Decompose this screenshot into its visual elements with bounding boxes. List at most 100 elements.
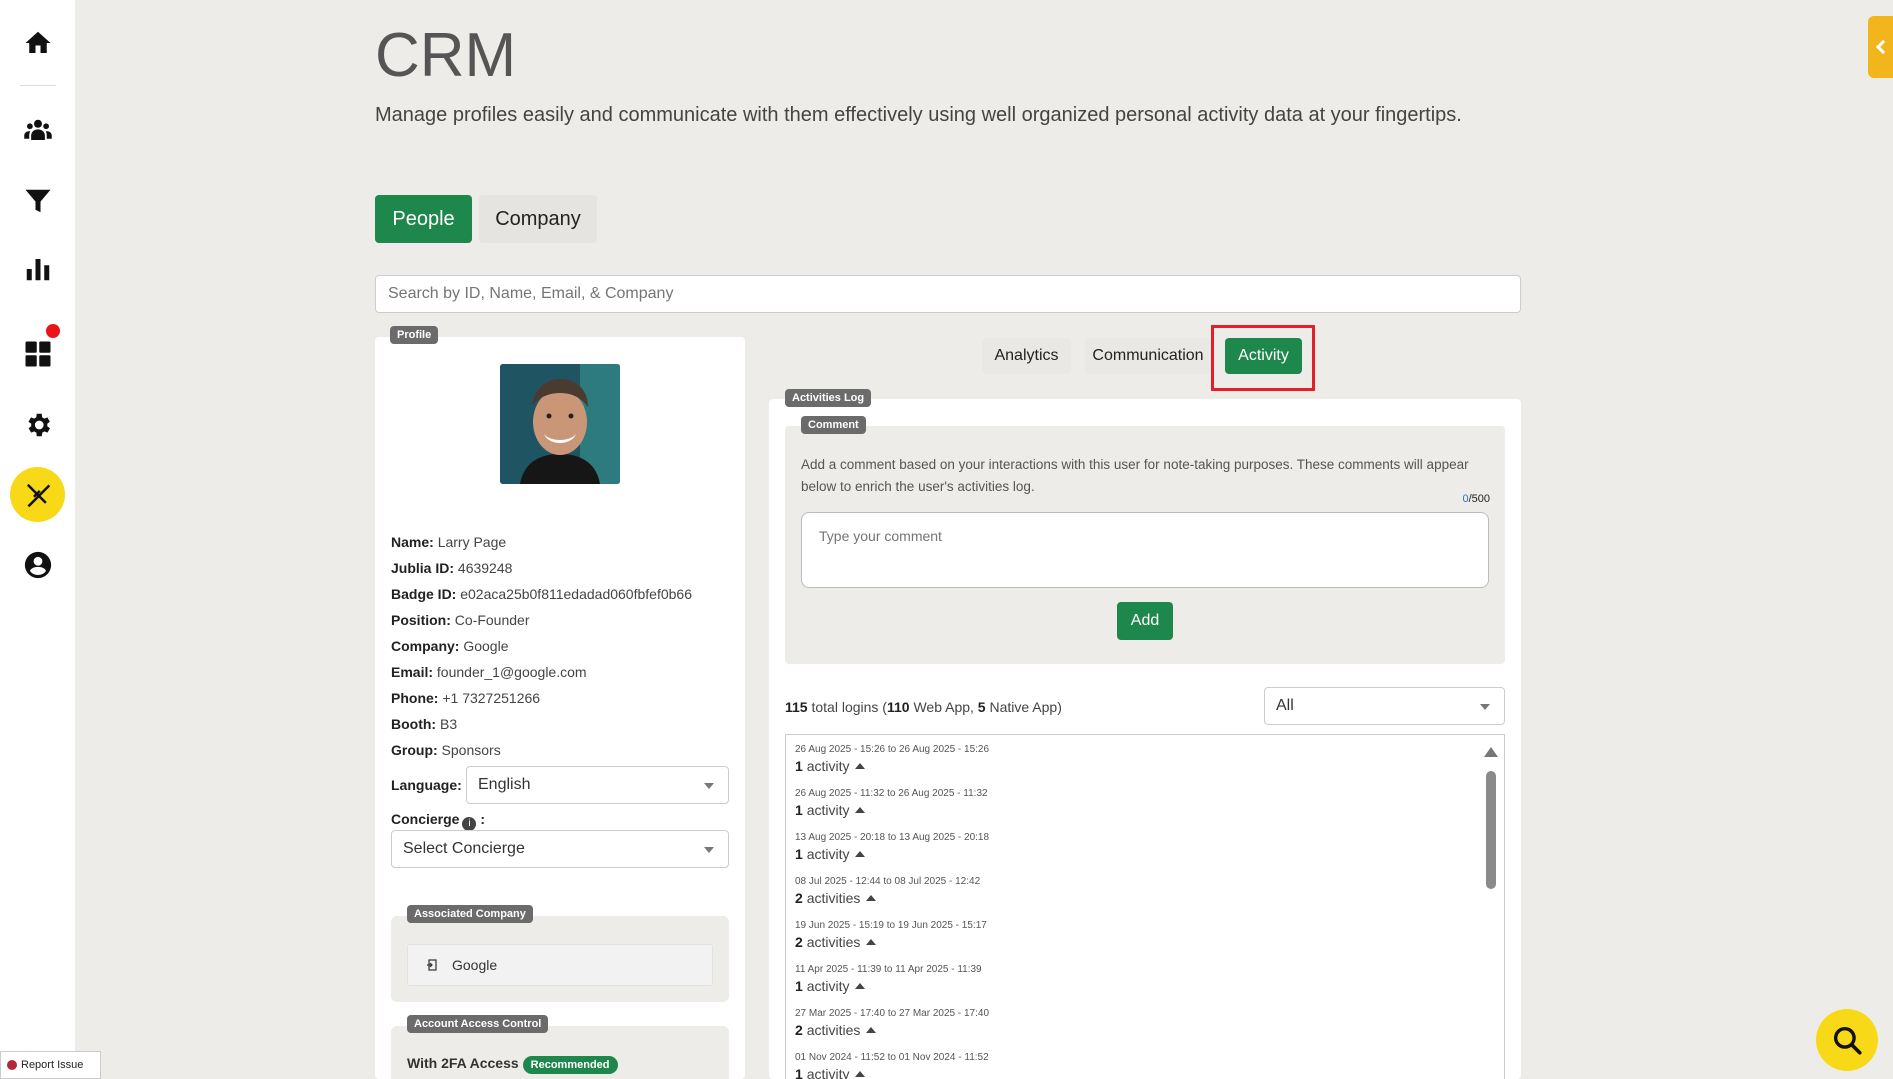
field-value: e02aca25b0f811edadad060fbfef0b66 bbox=[460, 586, 692, 602]
people-icon[interactable] bbox=[0, 105, 75, 155]
dashboard-icon[interactable] bbox=[0, 329, 75, 379]
log-count[interactable]: 1 activity bbox=[795, 978, 982, 994]
login-icon bbox=[427, 959, 437, 971]
profile-email: Email: founder_1@google.com bbox=[391, 664, 587, 680]
profile-name: Name: Larry Page bbox=[391, 534, 506, 550]
list-item[interactable]: 27 Mar 2025 - 17:40 to 27 Mar 2025 - 17:… bbox=[795, 1008, 989, 1038]
caret-up-icon bbox=[866, 939, 877, 945]
comment-tag: Comment bbox=[801, 416, 866, 434]
list-item[interactable]: 19 Jun 2025 - 15:19 to 19 Jun 2025 - 15:… bbox=[795, 920, 987, 950]
side-panel-toggle[interactable] bbox=[1868, 16, 1893, 78]
caret-up-icon bbox=[855, 1071, 866, 1077]
log-count[interactable]: 1 activity bbox=[795, 802, 988, 818]
profile-position: Position: Co-Founder bbox=[391, 612, 529, 628]
tab-people[interactable]: People bbox=[375, 195, 472, 243]
comment-input[interactable] bbox=[801, 512, 1489, 588]
filter-icon[interactable] bbox=[0, 176, 75, 226]
activity-filter-select[interactable]: All bbox=[1264, 687, 1505, 725]
gear-icon[interactable] bbox=[0, 400, 75, 450]
log-count[interactable]: 2 activities bbox=[795, 934, 987, 950]
log-date: 08 Jul 2025 - 12:44 to 08 Jul 2025 - 12:… bbox=[795, 876, 981, 887]
tab-communication[interactable]: Communication bbox=[1085, 338, 1211, 374]
log-date: 26 Aug 2025 - 15:26 to 26 Aug 2025 - 15:… bbox=[795, 744, 990, 755]
comment-description: Add a comment based on your interactions… bbox=[801, 457, 1469, 494]
associated-company-item[interactable]: Google bbox=[407, 944, 713, 986]
activity-tab-highlight bbox=[1211, 325, 1315, 391]
field-value: Sponsors bbox=[441, 742, 501, 758]
caret-up-icon bbox=[855, 851, 866, 857]
logins-text: total logins ( bbox=[807, 699, 887, 715]
tab-company[interactable]: Company bbox=[479, 195, 597, 243]
logins-total: 115 bbox=[785, 699, 808, 715]
log-count[interactable]: 1 activity bbox=[795, 758, 989, 774]
logins-web: 110 bbox=[886, 699, 910, 715]
tab-analytics[interactable]: Analytics bbox=[982, 338, 1071, 374]
associated-company-tag: Associated Company bbox=[407, 905, 533, 923]
activity-log-list[interactable]: 26 Aug 2025 - 15:26 to 26 Aug 2025 - 15:… bbox=[785, 734, 1505, 1079]
log-count-unit: activity bbox=[806, 1066, 850, 1079]
page-subtitle: Manage profiles easily and communicate w… bbox=[375, 104, 1462, 126]
log-count-number: 1 bbox=[795, 758, 803, 774]
field-value: 4639248 bbox=[457, 560, 513, 576]
scrollbar-thumb[interactable] bbox=[1486, 771, 1496, 889]
log-count-number: 1 bbox=[795, 978, 803, 994]
profile-jublia-id: Jublia ID: 4639248 bbox=[391, 560, 512, 576]
caret-up-icon bbox=[866, 1027, 877, 1033]
concierge-select[interactable]: Select Concierge bbox=[391, 830, 729, 868]
chevron-down-icon bbox=[1480, 704, 1490, 710]
log-count-number: 1 bbox=[795, 846, 803, 862]
tools-icon[interactable] bbox=[10, 467, 65, 522]
add-comment-button[interactable]: Add bbox=[1117, 602, 1173, 640]
list-item[interactable]: 01 Nov 2024 - 11:52 to 01 Nov 2024 - 11:… bbox=[795, 1052, 989, 1079]
log-count[interactable]: 2 activities bbox=[795, 890, 980, 906]
notification-dot bbox=[46, 324, 60, 338]
log-date: 26 Aug 2025 - 11:32 to 26 Aug 2025 - 11:… bbox=[795, 788, 988, 799]
search-help-button[interactable] bbox=[1816, 1009, 1878, 1071]
recommended-badge: Recommended bbox=[522, 1056, 618, 1074]
logins-text: Web App, bbox=[909, 699, 978, 715]
profile-company: Company: Google bbox=[391, 638, 509, 654]
account-icon[interactable] bbox=[0, 540, 75, 590]
home-icon[interactable] bbox=[0, 18, 75, 68]
activities-log-tag: Activities Log bbox=[785, 389, 872, 407]
field-label: Group: bbox=[391, 742, 438, 758]
caret-up-icon bbox=[855, 983, 866, 989]
field-label: Position: bbox=[391, 612, 451, 628]
log-count-number: 2 bbox=[795, 890, 803, 906]
field-label: Phone: bbox=[391, 690, 439, 706]
log-count-number: 1 bbox=[795, 802, 803, 818]
field-label: Booth: bbox=[391, 716, 437, 732]
scroll-up-arrow[interactable] bbox=[1484, 747, 1498, 757]
log-count[interactable]: 1 activity bbox=[795, 846, 989, 862]
list-item[interactable]: 08 Jul 2025 - 12:44 to 08 Jul 2025 - 12:… bbox=[795, 876, 980, 906]
report-issue-button[interactable]: Report Issue bbox=[0, 1051, 101, 1079]
field-value: Co-Founder bbox=[454, 612, 530, 628]
profile-booth: Booth: B3 bbox=[391, 716, 457, 732]
page-title: CRM bbox=[375, 21, 517, 90]
concierge-label: Concierge i : bbox=[391, 811, 485, 831]
account-access-tag: Account Access Control bbox=[407, 1015, 549, 1033]
list-item[interactable]: 26 Aug 2025 - 15:26 to 26 Aug 2025 - 15:… bbox=[795, 744, 989, 774]
language-select[interactable]: English bbox=[466, 766, 729, 804]
log-count[interactable]: 2 activities bbox=[795, 1022, 989, 1038]
avatar bbox=[500, 364, 620, 484]
bar-chart-icon[interactable] bbox=[0, 244, 75, 294]
field-value: B3 bbox=[439, 716, 458, 732]
field-label: Badge ID: bbox=[391, 586, 457, 602]
log-count-number: 2 bbox=[795, 934, 803, 950]
list-item[interactable]: 26 Aug 2025 - 11:32 to 26 Aug 2025 - 11:… bbox=[795, 788, 988, 818]
field-value: Larry Page bbox=[437, 534, 507, 550]
log-date: 27 Mar 2025 - 17:40 to 27 Mar 2025 - 17:… bbox=[795, 1008, 990, 1019]
associated-company-name: Google bbox=[452, 957, 498, 973]
log-count[interactable]: 1 activity bbox=[795, 1066, 989, 1079]
search-input[interactable] bbox=[375, 275, 1521, 313]
concierge-select-value: Select Concierge bbox=[403, 840, 525, 857]
log-count-unit: activities bbox=[806, 890, 861, 906]
list-item[interactable]: 11 Apr 2025 - 11:39 to 11 Apr 2025 - 11:… bbox=[795, 964, 982, 994]
field-label: Company: bbox=[391, 638, 460, 654]
list-item[interactable]: 13 Aug 2025 - 20:18 to 13 Aug 2025 - 20:… bbox=[795, 832, 989, 862]
info-icon[interactable]: i bbox=[462, 817, 477, 831]
log-count-unit: activities bbox=[806, 934, 861, 950]
log-date: 13 Aug 2025 - 20:18 to 13 Aug 2025 - 20:… bbox=[795, 832, 990, 843]
language-label-text: Language: bbox=[391, 777, 462, 793]
